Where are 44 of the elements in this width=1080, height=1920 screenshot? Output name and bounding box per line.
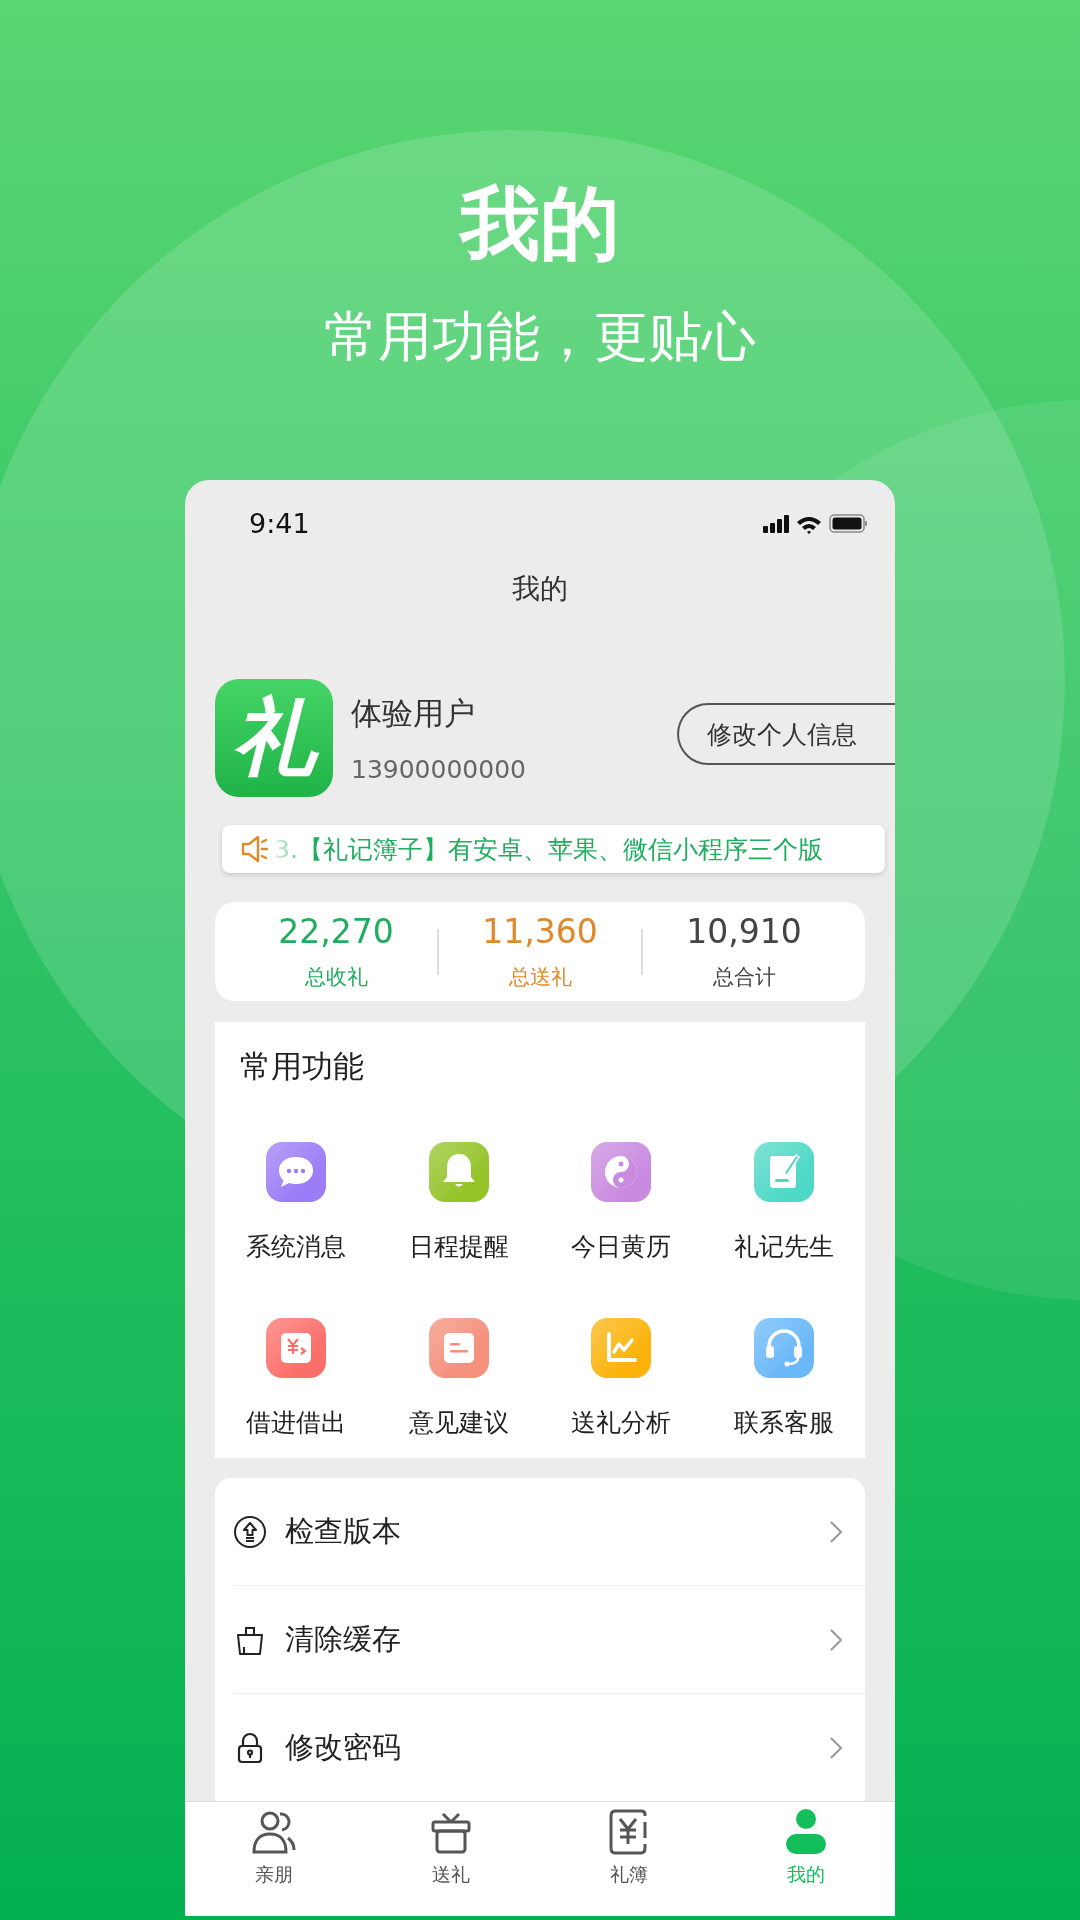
stat-label: 总收礼 — [304, 964, 368, 992]
stat-value: 22,270 — [278, 912, 394, 952]
function-label: 今日黄历 — [571, 1231, 672, 1263]
chat-bubble-icon[interactable] — [266, 1142, 327, 1202]
upgrade-icon — [233, 1514, 267, 1549]
section-title: 常用功能 — [239, 1047, 365, 1086]
function-label: 礼记先生 — [733, 1231, 834, 1263]
headset-icon[interactable] — [753, 1318, 814, 1378]
document-icon[interactable] — [428, 1318, 489, 1378]
tab[interactable]: 亲朋 — [185, 1802, 363, 1916]
signal-icon — [763, 514, 789, 533]
settings-row[interactable]: 检查版本 — [233, 1478, 865, 1585]
tab[interactable]: 送礼 — [362, 1802, 540, 1916]
promo-subtitle: 常用功能，更贴心 — [324, 304, 756, 370]
line-chart-icon[interactable] — [591, 1318, 652, 1378]
edit-profile-button[interactable]: 修改个人信息 — [677, 703, 895, 765]
stat-label: 总送礼 — [508, 964, 572, 992]
chevron-icon — [829, 1735, 843, 1760]
function-label: 送礼分析 — [571, 1407, 672, 1439]
app-logo: 礼 — [215, 679, 333, 797]
user-name: 体验用户 — [351, 693, 476, 733]
settings-row[interactable]: 清除缓存 — [233, 1585, 865, 1693]
stat-value: 10,910 — [686, 912, 802, 952]
bell-icon[interactable] — [428, 1142, 489, 1202]
promo-title: 我的 — [460, 176, 620, 272]
status-time: 9:41 — [249, 508, 310, 539]
tab[interactable]: 礼簿 — [540, 1802, 718, 1916]
function-label: 联系客服 — [733, 1407, 834, 1439]
money-card-icon[interactable] — [266, 1318, 327, 1378]
function-label: 意见建议 — [408, 1407, 509, 1439]
speaker-icon — [240, 834, 270, 865]
notebook-icon[interactable] — [753, 1142, 814, 1202]
user-phone: 13900000000 — [351, 754, 527, 784]
chevron-icon — [829, 1519, 843, 1544]
chevron-icon — [829, 1627, 843, 1652]
notice-text: 3.【礼记簿子】有安卓、苹果、微信小程序三个版 — [274, 833, 823, 866]
page-title: 我的 — [511, 571, 569, 607]
stat-value: 11,360 — [482, 912, 598, 952]
function-label: 借进借出 — [246, 1407, 347, 1439]
yin-yang-icon[interactable] — [591, 1142, 652, 1202]
function-label: 系统消息 — [246, 1231, 347, 1263]
stat-label: 总合计 — [712, 964, 776, 992]
battery-icon — [829, 514, 867, 533]
function-label: 日程提醒 — [408, 1231, 509, 1263]
